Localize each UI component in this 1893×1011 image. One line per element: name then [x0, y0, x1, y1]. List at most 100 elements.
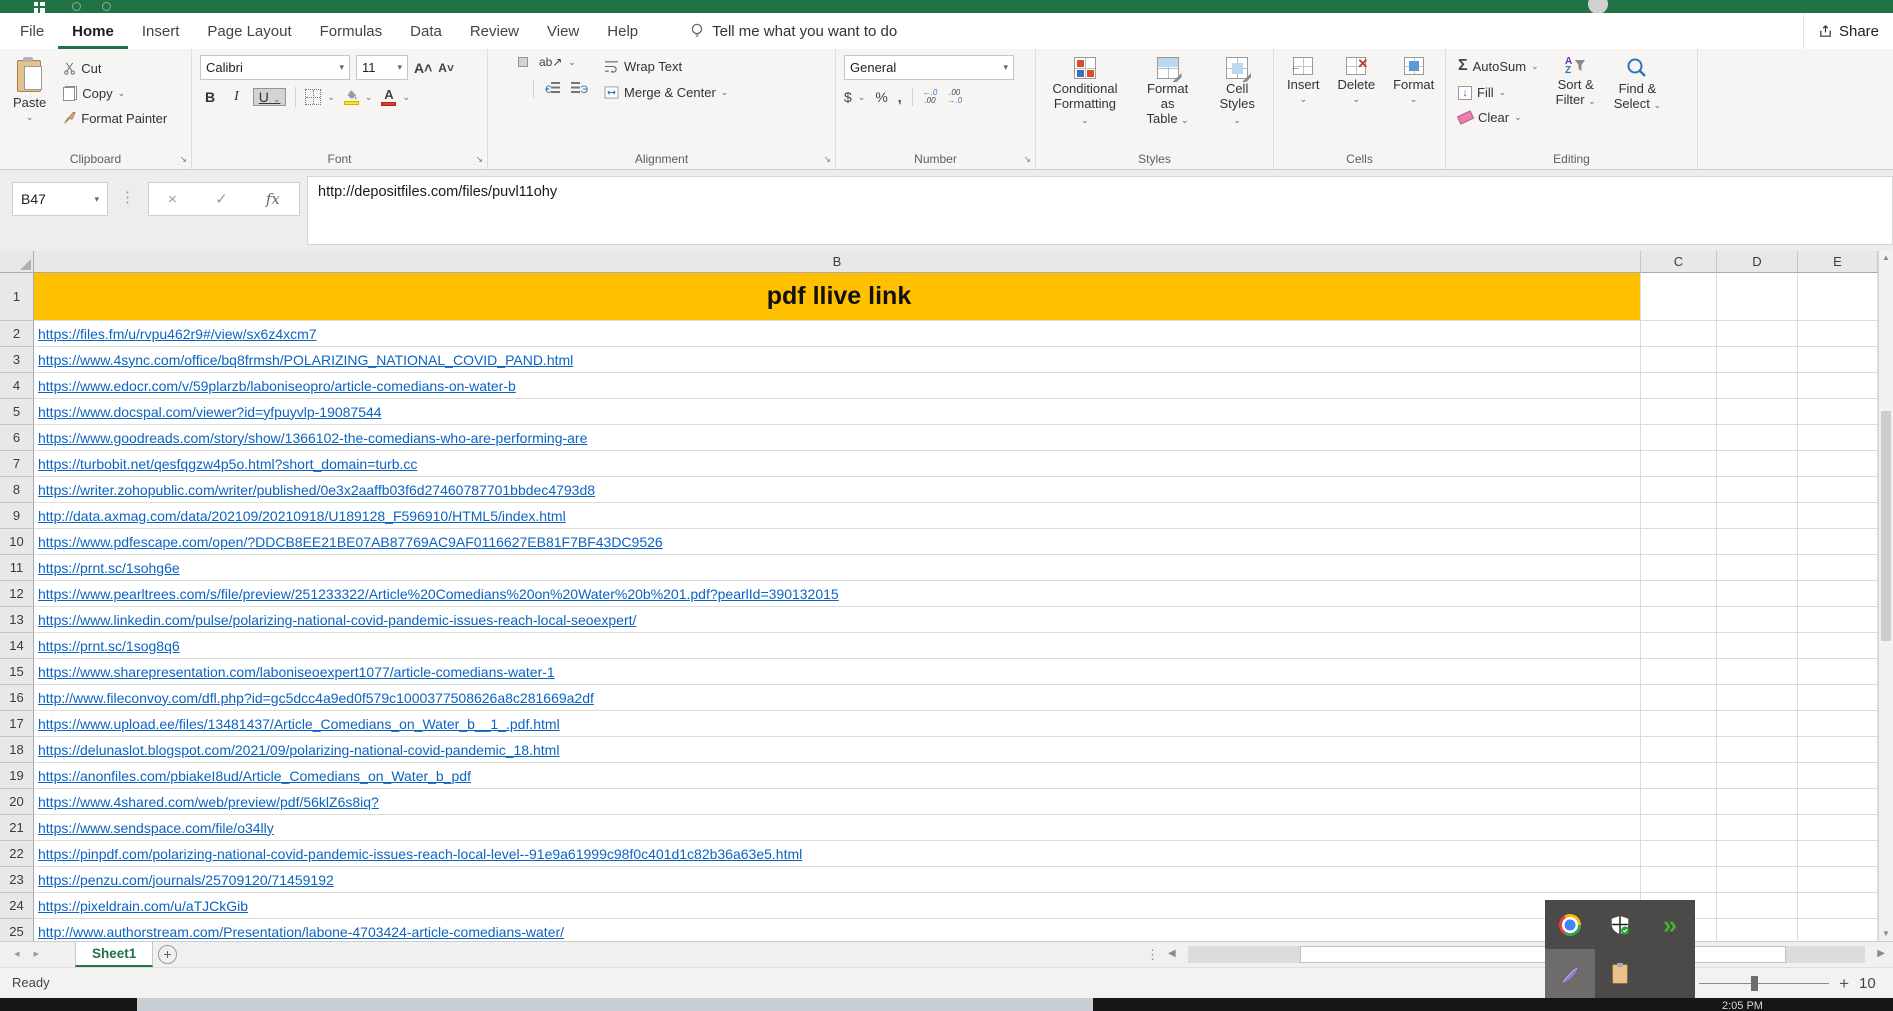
format-as-table-button[interactable]: Format asTable ⌄	[1134, 55, 1201, 149]
url-cell[interactable]: https://files.fm/u/rvpu462r9#/view/sx6z4…	[34, 321, 1641, 347]
row-header[interactable]: 9	[0, 503, 34, 529]
url-cell[interactable]: https://www.pearltrees.com/s/file/previe…	[34, 581, 1641, 607]
tray-chrome-button[interactable]	[1545, 900, 1595, 949]
url-cell[interactable]: https://www.upload.ee/files/13481437/Art…	[34, 711, 1641, 737]
url-cell[interactable]: https://www.edocr.com/v/59plarzb/labonis…	[34, 373, 1641, 399]
number-dialog-launcher[interactable]: ↘	[1023, 154, 1031, 165]
empty-cell[interactable]	[1717, 607, 1798, 633]
font-name-combo[interactable]: Calibri ▾	[200, 55, 350, 80]
cell-link[interactable]: https://pinpdf.com/polarizing-national-c…	[38, 846, 802, 862]
zoom-in-button[interactable]: +	[1839, 974, 1849, 994]
clear-button[interactable]: Clear ⌄	[1454, 108, 1543, 127]
zoom-level[interactable]: 10	[1859, 975, 1881, 992]
tray-defender-button[interactable]	[1595, 900, 1645, 949]
horizontal-scrollbar[interactable]	[1188, 946, 1865, 963]
row-header[interactable]: 23	[0, 867, 34, 893]
empty-cell[interactable]	[1717, 425, 1798, 451]
cell-link[interactable]: https://www.goodreads.com/story/show/136…	[38, 430, 587, 446]
cell-link[interactable]: https://anonfiles.com/pbiakeI8ud/Article…	[38, 768, 471, 784]
empty-cell[interactable]	[1717, 893, 1798, 919]
cell-link[interactable]: https://www.pdfescape.com/open/?DDCB8EE2…	[38, 534, 663, 550]
empty-cell[interactable]	[1641, 685, 1717, 711]
increase-decimal-button[interactable]: ←.0.00	[923, 89, 938, 105]
empty-cell[interactable]	[1798, 737, 1878, 763]
format-painter-button[interactable]: Format Painter	[59, 109, 171, 128]
cell-link[interactable]: https://pixeldrain.com/u/aTJCkGib	[38, 898, 248, 914]
vertical-scroll-thumb[interactable]	[1881, 411, 1891, 641]
empty-cell[interactable]	[1717, 685, 1798, 711]
row-header[interactable]: 19	[0, 763, 34, 789]
empty-cell[interactable]	[1717, 581, 1798, 607]
empty-cell[interactable]	[1641, 425, 1717, 451]
empty-cell[interactable]	[1641, 529, 1717, 555]
ribbon-tab-data[interactable]: Data	[396, 13, 456, 49]
cell-link[interactable]: http://www.authorstream.com/Presentation…	[38, 924, 564, 940]
empty-cell[interactable]	[1641, 581, 1717, 607]
delete-cells-button[interactable]: ✕ Delete ⌄	[1333, 55, 1381, 149]
empty-cell[interactable]	[1717, 529, 1798, 555]
ribbon-tab-file[interactable]: File	[6, 13, 58, 49]
column-header-D[interactable]: D	[1717, 251, 1798, 273]
cut-button[interactable]: Cut	[59, 59, 171, 78]
taskbar-clock[interactable]: 2:05 PM	[1722, 1000, 1763, 1011]
account-avatar[interactable]	[1588, 0, 1608, 14]
empty-cell[interactable]	[1717, 503, 1798, 529]
empty-cell[interactable]	[1641, 451, 1717, 477]
row-header[interactable]: 12	[0, 581, 34, 607]
scroll-right-icon[interactable]: ▶	[1877, 948, 1885, 959]
empty-cell[interactable]	[1641, 841, 1717, 867]
confirm-entry-button[interactable]: ✓	[215, 190, 228, 208]
cell-link[interactable]: https://delunaslot.blogspot.com/2021/09/…	[38, 742, 559, 758]
row-header[interactable]: 20	[0, 789, 34, 815]
empty-cell[interactable]	[1641, 737, 1717, 763]
url-cell[interactable]: https://prnt.sc/1sog8q6	[34, 633, 1641, 659]
url-cell[interactable]: https://www.linkedin.com/pulse/polarizin…	[34, 607, 1641, 633]
cell-link[interactable]: https://penzu.com/journals/25709120/7145…	[38, 872, 334, 888]
empty-cell[interactable]	[1717, 841, 1798, 867]
cell-link[interactable]: http://www.fileconvoy.com/dfl.php?id=gc5…	[38, 690, 594, 706]
zoom-slider-thumb[interactable]	[1751, 976, 1758, 991]
empty-cell[interactable]	[1641, 273, 1717, 321]
empty-cell[interactable]	[1798, 581, 1878, 607]
shrink-font-button[interactable]: A˅	[438, 61, 454, 75]
empty-cell[interactable]	[1717, 633, 1798, 659]
row-header[interactable]: 3	[0, 347, 34, 373]
empty-cell[interactable]	[1798, 373, 1878, 399]
empty-cell[interactable]	[1798, 399, 1878, 425]
cell-link[interactable]: https://turbobit.net/qesfqgzw4p5o.html?s…	[38, 456, 417, 472]
row-header[interactable]: 11	[0, 555, 34, 581]
empty-cell[interactable]	[1717, 321, 1798, 347]
url-cell[interactable]: https://pixeldrain.com/u/aTJCkGib	[34, 893, 1641, 919]
ribbon-tab-help[interactable]: Help	[593, 13, 652, 49]
url-cell[interactable]: https://www.sharepresentation.com/laboni…	[34, 659, 1641, 685]
cell-link[interactable]: http://data.axmag.com/data/202109/202109…	[38, 508, 566, 524]
row-header[interactable]: 17	[0, 711, 34, 737]
empty-cell[interactable]	[1641, 555, 1717, 581]
empty-cell[interactable]	[1641, 503, 1717, 529]
cancel-entry-button[interactable]: ×	[168, 191, 177, 208]
column-header-C[interactable]: C	[1641, 251, 1717, 273]
cell-link[interactable]: https://writer.zohopublic.com/writer/pub…	[38, 482, 595, 498]
url-cell[interactable]: https://anonfiles.com/pbiakeI8ud/Article…	[34, 763, 1641, 789]
name-box[interactable]: B47 ▾	[12, 182, 108, 216]
cell-link[interactable]: https://prnt.sc/1sog8q6	[38, 638, 180, 654]
url-cell[interactable]: https://turbobit.net/qesfqgzw4p5o.html?s…	[34, 451, 1641, 477]
splitter-dots-icon[interactable]: ⋮	[1146, 947, 1159, 963]
empty-cell[interactable]	[1641, 763, 1717, 789]
paste-button[interactable]: Paste ⌄	[8, 55, 51, 149]
empty-cell[interactable]	[1717, 659, 1798, 685]
sheet-tab-sheet1[interactable]: Sheet1	[75, 942, 153, 967]
empty-cell[interactable]	[1798, 451, 1878, 477]
autosum-button[interactable]: Σ AutoSum ⌄	[1454, 55, 1543, 77]
empty-cell[interactable]	[1717, 477, 1798, 503]
url-cell[interactable]: https://writer.zohopublic.com/writer/pub…	[34, 477, 1641, 503]
empty-cell[interactable]	[1798, 529, 1878, 555]
row-header[interactable]: 4	[0, 373, 34, 399]
row-header[interactable]: 1	[0, 273, 34, 321]
formula-input[interactable]: http://depositfiles.com/files/puvl11ohy	[307, 176, 1893, 245]
empty-cell[interactable]	[1641, 477, 1717, 503]
undo-icon[interactable]	[72, 2, 81, 11]
insert-cells-button[interactable]: ← Insert ⌄	[1282, 55, 1325, 149]
font-size-combo[interactable]: 11 ▾	[356, 55, 408, 80]
cell-link[interactable]: https://files.fm/u/rvpu462r9#/view/sx6z4…	[38, 326, 317, 342]
